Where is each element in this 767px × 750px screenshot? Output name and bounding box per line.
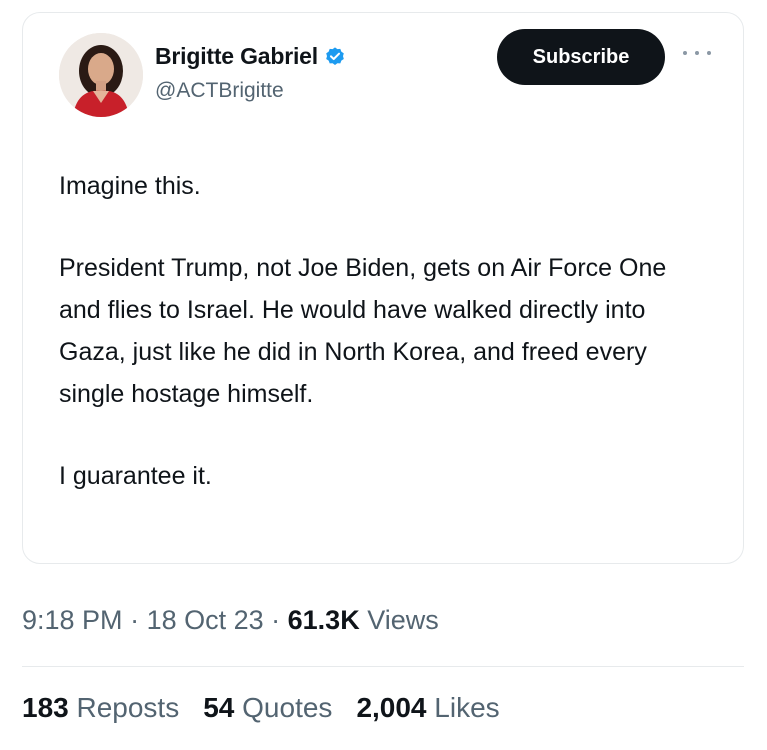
tweet-paragraph: Imagine this. <box>59 172 201 200</box>
tweet-meta: 9:18 PM · 18 Oct 23 · 61.3K Views <box>22 605 439 636</box>
avatar[interactable] <box>59 33 143 117</box>
reposts-count: 183 <box>22 692 69 723</box>
tweet-date[interactable]: 18 Oct 23 <box>147 605 264 635</box>
separator: · <box>263 605 288 635</box>
tweet-paragraph: President Trump, not Joe Biden, gets on … <box>59 254 667 408</box>
subscribe-button[interactable]: Subscribe <box>497 29 665 85</box>
engagement-stats: 183 Reposts 54 Quotes 2,004 Likes <box>22 692 500 724</box>
tweet-text: Imagine this. President Trump, not Joe B… <box>59 165 709 497</box>
dot <box>683 51 687 55</box>
views-count: 61.3K <box>287 605 360 635</box>
views-label: Views <box>359 605 439 635</box>
reposts-label: Reposts <box>68 692 180 723</box>
tweet-card: Brigitte Gabriel @ACTBrigitte Subscribe … <box>22 12 744 564</box>
tweet-time[interactable]: 9:18 PM <box>22 605 123 635</box>
reposts-stat[interactable]: 183 Reposts <box>22 692 179 724</box>
tweet-paragraph: I guarantee it. <box>59 462 212 490</box>
verified-badge-icon <box>324 46 346 68</box>
quotes-label: Quotes <box>234 692 333 723</box>
dot <box>707 51 711 55</box>
separator: · <box>122 605 147 635</box>
likes-label: Likes <box>426 692 500 723</box>
author-name[interactable]: Brigitte Gabriel <box>155 43 318 70</box>
divider <box>22 666 744 667</box>
dot <box>695 51 699 55</box>
more-horizontal-icon[interactable] <box>683 47 711 59</box>
quotes-stat[interactable]: 54 Quotes <box>203 692 332 724</box>
likes-count: 2,004 <box>356 692 427 723</box>
author-handle[interactable]: @ACTBrigitte <box>155 79 284 103</box>
likes-stat[interactable]: 2,004 Likes <box>356 692 499 724</box>
avatar-photo <box>59 33 143 117</box>
quotes-count: 54 <box>203 692 235 723</box>
author-name-row: Brigitte Gabriel <box>155 43 346 70</box>
